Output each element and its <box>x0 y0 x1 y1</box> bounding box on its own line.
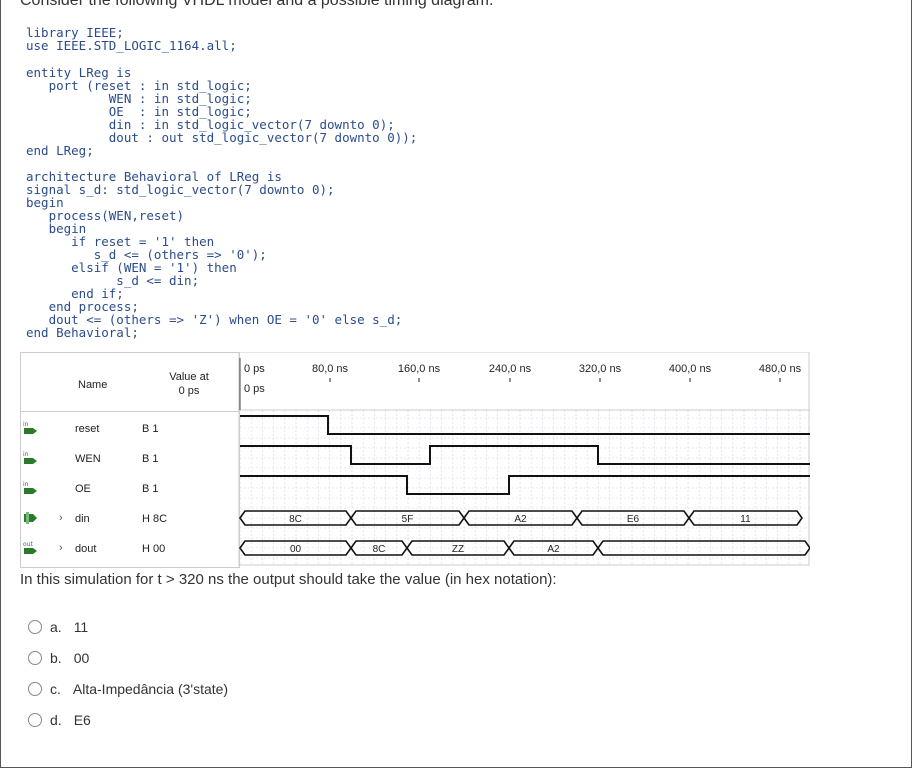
input-pin-icon: in <box>23 421 37 434</box>
name-column-header: Name <box>78 379 108 391</box>
cursor-label: 0 ps <box>244 383 265 395</box>
input-pin-icon: in <box>23 481 37 494</box>
option-text: 11 <box>73 619 89 635</box>
option-b[interactable]: b. 00 <box>28 650 89 666</box>
option-text: Alta-Impedância (3'state) <box>72 681 229 697</box>
svg-text:in: in <box>23 481 29 488</box>
svg-text:out: out <box>23 541 33 548</box>
signal-value: H 00 <box>142 543 166 555</box>
time-label: 400,0 ns <box>669 363 712 375</box>
din-value-label: 11 <box>740 514 751 525</box>
signal-name: reset <box>75 423 100 435</box>
reset-waveform <box>240 415 810 435</box>
oe-waveform <box>240 475 810 495</box>
radio-button[interactable] <box>28 651 42 665</box>
waveform-area[interactable]: 0 ps 80,0 ns 160,0 ns 240,0 ns 320,0 ns 400,0… <box>238 352 810 566</box>
wen-waveform <box>240 445 810 465</box>
option-c[interactable]: c. Alta-Impedância (3'state) <box>28 681 228 697</box>
din-value-label: E6 <box>627 514 640 525</box>
radio-button[interactable] <box>28 620 42 634</box>
value-header-line2: 0 ps <box>178 385 200 397</box>
expand-chevron-icon[interactable]: › <box>59 512 63 524</box>
time-label: 240,0 ns <box>489 363 532 375</box>
option-text: 00 <box>73 650 90 666</box>
question-header: Consider the following VHDL model and a … <box>20 0 494 9</box>
time-label: 0 ps <box>244 363 265 375</box>
svg-text:in: in <box>23 451 29 458</box>
din-value-label: A2 <box>514 514 527 525</box>
din-value-label: 8C <box>289 514 302 525</box>
code-line: use IEEE.STD_LOGIC_1164.all; <box>26 38 237 53</box>
radio-button[interactable] <box>28 713 42 727</box>
code-line: signal s_d: std_logic_vector(7 downto 0)… <box>26 182 335 197</box>
dout-value-label: 8C <box>373 544 386 555</box>
input-bus-icon <box>24 512 37 524</box>
signal-row-wen[interactable]: in WEN B 1 <box>21 444 239 474</box>
expand-chevron-icon[interactable]: › <box>59 542 63 554</box>
signal-row-din[interactable]: › din H 8C <box>21 504 239 534</box>
time-label: 160,0 ns <box>398 363 441 375</box>
signal-row-reset[interactable]: in reset B 1 <box>21 414 239 444</box>
code-line: end Behavioral; <box>26 325 139 340</box>
option-text: E6 <box>73 712 91 728</box>
signal-value: B 1 <box>142 483 159 495</box>
dout-value-label: 00 <box>290 544 302 555</box>
option-d[interactable]: d. E6 <box>28 712 91 728</box>
value-header-line1: Value at <box>169 371 209 383</box>
output-bus-icon: out <box>23 541 37 554</box>
simulation-waveform-window: Name Value at 0 ps in reset B 1 in WEN B… <box>20 352 810 568</box>
option-letter: d. <box>50 712 62 728</box>
signal-value: B 1 <box>142 423 159 435</box>
signal-name: din <box>75 513 90 525</box>
time-label: 320,0 ns <box>579 363 622 375</box>
signal-value: H 8C <box>142 513 168 525</box>
option-letter: b. <box>50 650 62 666</box>
input-pin-icon: in <box>23 451 37 464</box>
signal-name: OE <box>75 483 91 495</box>
option-a[interactable]: a. 11 <box>28 619 88 635</box>
dout-value-label: A2 <box>547 544 560 555</box>
code-line: end LReg; <box>26 143 94 158</box>
signal-row-dout[interactable]: out › dout H 00 <box>21 534 239 564</box>
signal-row-oe[interactable]: in OE B 1 <box>21 474 239 504</box>
svg-text:in: in <box>23 421 29 428</box>
time-label: 80,0 ns <box>312 363 349 375</box>
option-letter: c. <box>50 681 61 697</box>
dout-value-label: ZZ <box>452 544 464 555</box>
waveform-border <box>238 352 810 566</box>
header-divider <box>21 411 239 412</box>
signal-name: WEN <box>75 453 101 465</box>
question-text: In this simulation for t > 320 ns the ou… <box>20 571 557 588</box>
time-label: 480,0 ns <box>759 363 802 375</box>
signal-name-panel: Name Value at 0 ps in reset B 1 in WEN B… <box>20 352 240 568</box>
radio-button[interactable] <box>28 682 42 696</box>
value-column-header: Value at 0 ps <box>149 370 229 398</box>
din-value-label: 5F <box>402 514 414 525</box>
signal-name: dout <box>75 543 97 555</box>
signal-value: B 1 <box>142 453 159 465</box>
option-letter: a. <box>50 619 62 635</box>
